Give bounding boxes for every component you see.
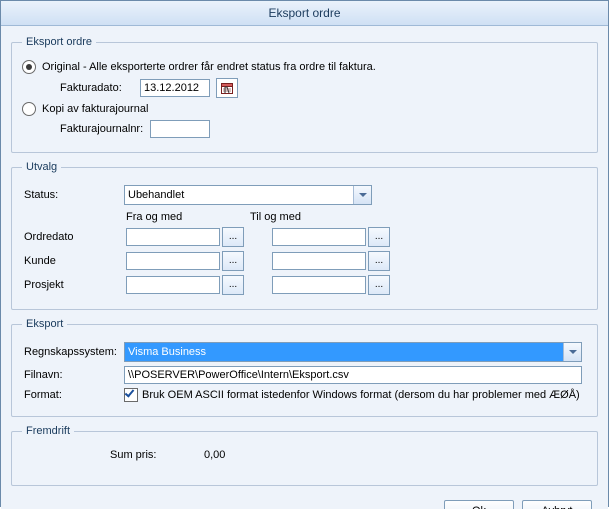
prosjekt-fra-browse[interactable]: ... (222, 275, 244, 295)
ordredato-til-browse[interactable]: ... (368, 227, 390, 247)
fakturadato-picker-button[interactable] (216, 78, 238, 98)
ordredato-fra-input[interactable] (126, 228, 220, 246)
status-label: Status: (22, 189, 124, 201)
prosjekt-label: Prosjekt (22, 279, 126, 291)
fakturajournalnr-label: Fakturajournalnr: (60, 123, 150, 135)
kunde-til-input[interactable] (272, 252, 366, 270)
til-header: Til og med (250, 211, 301, 223)
group-eksport-ordre-legend: Eksport ordre (22, 36, 96, 48)
chevron-down-icon (563, 343, 581, 361)
main-window: Eksport ordre Eksport ordre Original - A… (0, 0, 609, 507)
kunde-til-browse[interactable]: ... (368, 251, 390, 271)
filnavn-label: Filnavn: (22, 369, 124, 381)
fakturajournalnr-input[interactable] (150, 120, 210, 138)
prosjekt-til-browse[interactable]: ... (368, 275, 390, 295)
ordredato-label: Ordredato (22, 231, 126, 243)
fra-header: Fra og med (126, 211, 250, 223)
chevron-down-icon (353, 186, 371, 204)
format-checkbox[interactable] (124, 388, 138, 402)
kunde-fra-browse[interactable]: ... (222, 251, 244, 271)
radio-original-label: Original - Alle eksporterte ordrer får e… (42, 61, 376, 73)
option-kopi-row[interactable]: Kopi av fakturajournal (22, 102, 587, 116)
filnavn-input[interactable] (124, 366, 582, 384)
prosjekt-fra-input[interactable] (126, 276, 220, 294)
group-fremdrift: Fremdrift Sum pris: 0,00 (11, 425, 598, 486)
option-original-row[interactable]: Original - Alle eksporterte ordrer får e… (22, 60, 587, 74)
format-label: Format: (22, 389, 124, 401)
group-utvalg: Utvalg Status: Ubehandlet Fra og med Til… (11, 161, 598, 310)
prosjekt-row: Prosjekt ... ... (22, 275, 587, 295)
ok-button[interactable]: Ok (444, 500, 514, 509)
status-select[interactable]: Ubehandlet (124, 185, 372, 205)
ordredato-row: Ordredato ... ... (22, 227, 587, 247)
prosjekt-til-input[interactable] (272, 276, 366, 294)
radio-kopi-label: Kopi av fakturajournal (42, 103, 148, 115)
avbryt-button[interactable]: Avbryt (522, 500, 592, 509)
sumpris-value: 0,00 (204, 449, 225, 461)
group-fremdrift-legend: Fremdrift (22, 425, 74, 437)
format-checkbox-text: Bruk OEM ASCII format istedenfor Windows… (142, 389, 580, 401)
group-eksport: Eksport Regnskapssystem: Visma Business … (11, 318, 598, 417)
status-value: Ubehandlet (128, 189, 353, 201)
calendar-icon (220, 81, 234, 95)
sumpris-label: Sum pris: (110, 449, 204, 461)
button-bar: Ok Avbryt (11, 494, 598, 509)
regnskapssystem-value: Visma Business (128, 346, 563, 358)
ordredato-til-input[interactable] (272, 228, 366, 246)
radio-original[interactable] (22, 60, 36, 74)
range-headers: Fra og med Til og med (126, 211, 587, 223)
window-body: Eksport ordre Original - Alle eksportert… (1, 26, 608, 509)
window-title: Eksport ordre (1, 1, 608, 26)
radio-kopi[interactable] (22, 102, 36, 116)
kunde-label: Kunde (22, 255, 126, 267)
kunde-row: Kunde ... ... (22, 251, 587, 271)
fakturadato-label: Fakturadato: (60, 82, 140, 94)
group-eksport-legend: Eksport (22, 318, 67, 330)
group-utvalg-legend: Utvalg (22, 161, 61, 173)
ordredato-fra-browse[interactable]: ... (222, 227, 244, 247)
regnskapssystem-label: Regnskapssystem: (22, 346, 124, 358)
group-eksport-ordre: Eksport ordre Original - Alle eksportert… (11, 36, 598, 153)
regnskapssystem-select[interactable]: Visma Business (124, 342, 582, 362)
fakturadato-input[interactable] (140, 79, 210, 97)
kunde-fra-input[interactable] (126, 252, 220, 270)
